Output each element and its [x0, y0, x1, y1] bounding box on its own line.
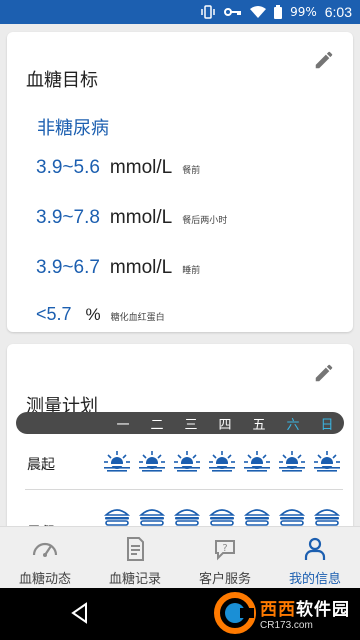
range-note: 睡前 — [182, 266, 201, 276]
watermark: 西西软件园 CR173.com — [212, 590, 350, 636]
range-value: 3.9~6.7 — [36, 257, 100, 278]
sunrise-icon[interactable] — [173, 450, 201, 472]
burger-icon[interactable] — [103, 507, 131, 526]
back-triangle-icon[interactable] — [70, 602, 90, 624]
day-fri: 五 — [252, 418, 266, 433]
range-value: 3.9~7.8 — [36, 207, 100, 228]
battery-percent: 99% — [290, 5, 317, 19]
tab-my-info[interactable]: 我的信息 — [270, 527, 360, 588]
range-value: <5.7 — [36, 304, 72, 324]
meal-label-wake: 晨起 — [27, 457, 55, 473]
wake-icon-row — [103, 450, 341, 472]
range-note: 餐前 — [182, 166, 201, 176]
day-thu: 四 — [218, 418, 232, 433]
sunrise-icon[interactable] — [243, 450, 271, 472]
day-sat: 六 — [286, 418, 300, 433]
weekday-bar: 一 二 三 四 五 六 日 — [16, 412, 344, 434]
range-unit: mmol/L — [109, 207, 173, 228]
range-note: 餐后两小时 — [182, 216, 228, 226]
watermark-title: 西西软件园 — [260, 600, 350, 620]
range-unit: mmol/L — [109, 257, 173, 278]
watermark-logo-icon — [214, 592, 256, 634]
range-row-hba1c: <5.7 % 糖化血红蛋白 — [36, 304, 165, 325]
key-icon — [224, 7, 242, 17]
burger-icon[interactable] — [138, 507, 166, 526]
burger-icon[interactable] — [208, 507, 236, 526]
status-bar: 99% 6:03 — [0, 0, 360, 24]
tab-glucose-trend[interactable]: 血糖动态 — [0, 527, 90, 588]
day-wed: 三 — [184, 418, 198, 433]
tab-customer-service[interactable]: ? 客户服务 — [180, 527, 270, 588]
vibrate-icon — [200, 5, 216, 19]
sunrise-icon[interactable] — [208, 450, 236, 472]
burger-icon[interactable] — [243, 507, 271, 526]
tab-label: 血糖记录 — [108, 572, 161, 587]
svg-text:?: ? — [222, 543, 227, 554]
range-row-before-meal: 3.9~5.6 mmol/L 餐前 — [36, 157, 200, 179]
range-row-after-meal: 3.9~7.8 mmol/L 餐后两小时 — [36, 207, 227, 229]
day-tue: 二 — [150, 418, 164, 433]
range-value: 3.9~5.6 — [36, 157, 100, 178]
burger-icon[interactable] — [173, 507, 201, 526]
sunrise-icon[interactable] — [138, 450, 166, 472]
sunrise-icon[interactable] — [278, 450, 306, 472]
tab-glucose-record[interactable]: 血糖记录 — [90, 527, 180, 588]
row-divider — [25, 489, 343, 490]
range-note: 糖化血红蛋白 — [110, 313, 165, 323]
burger-icon[interactable] — [278, 507, 306, 526]
goal-card-title: 血糖目标 — [26, 70, 98, 91]
chat-question-icon: ? — [215, 540, 235, 561]
battery-icon — [274, 5, 283, 19]
main-content[interactable]: 血糖目标 非糖尿病 3.9~5.6 mmol/L 餐前 3.9~7.8 mmol… — [0, 24, 360, 526]
range-unit: mmol/L — [109, 157, 173, 178]
watermark-url: CR173.com — [260, 620, 313, 631]
sunrise-icon[interactable] — [103, 450, 131, 472]
day-mon: 一 — [116, 418, 130, 433]
glucose-goal-card: 血糖目标 非糖尿病 3.9~5.6 mmol/L 餐前 3.9~7.8 mmol… — [7, 32, 353, 332]
range-unit: % — [85, 305, 101, 324]
tab-label: 我的信息 — [288, 572, 341, 587]
wifi-icon — [250, 6, 267, 18]
range-row-bedtime: 3.9~6.7 mmol/L 睡前 — [36, 257, 200, 279]
document-icon — [127, 537, 144, 561]
breakfast-icon-row — [103, 507, 341, 526]
tab-label: 客户服务 — [198, 572, 251, 587]
tab-label: 血糖动态 — [18, 572, 71, 587]
burger-icon[interactable] — [313, 507, 341, 526]
clock-time: 6:03 — [324, 4, 352, 20]
pencil-edit-icon[interactable] — [313, 362, 335, 384]
gauge-icon — [32, 542, 58, 557]
pencil-edit-icon[interactable] — [313, 49, 335, 71]
diabetes-category: 非糖尿病 — [37, 118, 109, 139]
bottom-tab-bar: 血糖动态 血糖记录 ? 客户服务 我的信息 — [0, 526, 360, 588]
sunrise-icon[interactable] — [313, 450, 341, 472]
day-sun: 日 — [320, 418, 334, 433]
person-icon — [304, 537, 326, 560]
measurement-plan-card: 测量计划 一 二 三 四 五 六 日 晨起 早餐 — [7, 344, 353, 526]
